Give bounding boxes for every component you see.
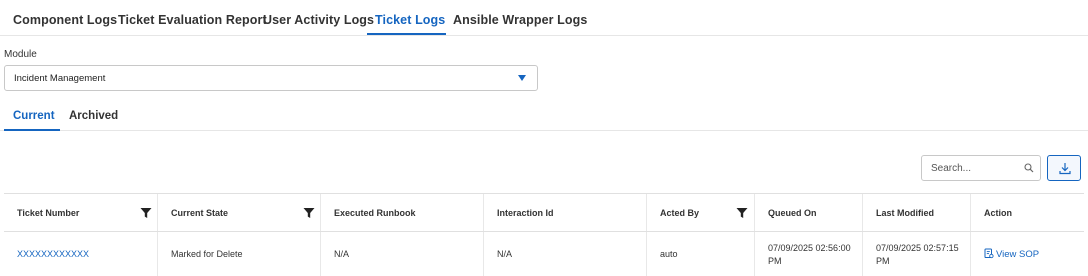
column-header-label: Interaction Id [497,208,554,218]
document-icon [984,248,994,259]
column-header-last-modified[interactable]: Last Modified [863,194,971,231]
column-header-ticket-number[interactable]: Ticket Number [4,194,158,231]
tab-ticket-logs[interactable]: Ticket Logs [375,13,445,27]
cell-interaction-id: N/A [484,232,647,276]
column-header-executed-runbook[interactable]: Executed Runbook [321,194,484,231]
tab-user-activity-logs[interactable]: User Activity Logs [263,13,374,27]
table-header-row: Ticket Number Current State Executed Run… [4,194,1084,232]
ticket-logs-table: Ticket Number Current State Executed Run… [4,193,1084,276]
active-subtab-indicator [4,129,60,131]
cell-executed-runbook: N/A [321,232,484,276]
tab-component-logs[interactable]: Component Logs [13,13,117,27]
cell-action: View SOP [971,232,1084,276]
column-header-queued-on[interactable]: Queued On [755,194,863,231]
cell-ticket-number: XXXXXXXXXXXX [4,232,158,276]
module-select-value: Incident Management [14,73,106,84]
interaction-id-value: N/A [497,249,513,259]
download-icon [1059,163,1071,175]
column-header-label: Action [984,208,1012,218]
column-header-action: Action [971,194,1084,231]
module-label: Module [4,49,37,60]
search-input[interactable] [922,156,1022,180]
cell-last-modified: 07/09/2025 02:57:15 PM [863,232,971,276]
column-header-acted-by[interactable]: Acted By [647,194,755,231]
search-box [921,155,1041,181]
view-sop-label: View SOP [996,249,1040,260]
last-modified-value: 07/09/2025 02:57:15 PM [876,243,959,266]
column-header-current-state[interactable]: Current State [158,194,321,231]
acted-by-value: auto [660,249,678,259]
top-tab-bar: Component Logs Ticket Evaluation Report … [0,0,1088,36]
view-sop-link[interactable]: View SOP [984,248,1039,260]
column-header-label: Last Modified [876,208,934,218]
column-header-label: Queued On [768,208,817,218]
current-state-value: Marked for Delete [171,249,243,259]
filter-icon[interactable] [140,207,152,219]
column-header-label: Executed Runbook [334,208,416,218]
sub-tab-bar: Current Archived [0,106,1088,131]
column-header-interaction-id[interactable]: Interaction Id [484,194,647,231]
tab-current[interactable]: Current [13,110,55,122]
cell-acted-by: auto [647,232,755,276]
column-header-label: Current State [171,208,229,218]
executed-runbook-value: N/A [334,249,350,259]
column-header-label: Ticket Number [17,208,80,218]
cell-current-state: Marked for Delete [158,232,321,276]
module-select[interactable]: Incident Management [4,65,538,91]
ticket-number-link[interactable]: XXXXXXXXXXXX [17,249,89,259]
search-icon[interactable] [1024,163,1034,173]
tab-archived[interactable]: Archived [69,110,118,122]
cell-queued-on: 07/09/2025 02:56:00 PM [755,232,863,276]
caret-down-icon [518,75,526,81]
download-button[interactable] [1047,155,1081,181]
filter-icon[interactable] [303,207,315,219]
tab-ticket-evaluation-report[interactable]: Ticket Evaluation Report [118,13,267,27]
column-header-label: Acted By [660,208,700,218]
filter-icon[interactable] [736,207,748,219]
active-tab-indicator [367,33,446,35]
table-row: XXXXXXXXXXXX Marked for Delete N/A N/A a… [4,232,1084,276]
queued-on-value: 07/09/2025 02:56:00 PM [768,243,851,266]
tab-ansible-wrapper-logs[interactable]: Ansible Wrapper Logs [453,13,587,27]
